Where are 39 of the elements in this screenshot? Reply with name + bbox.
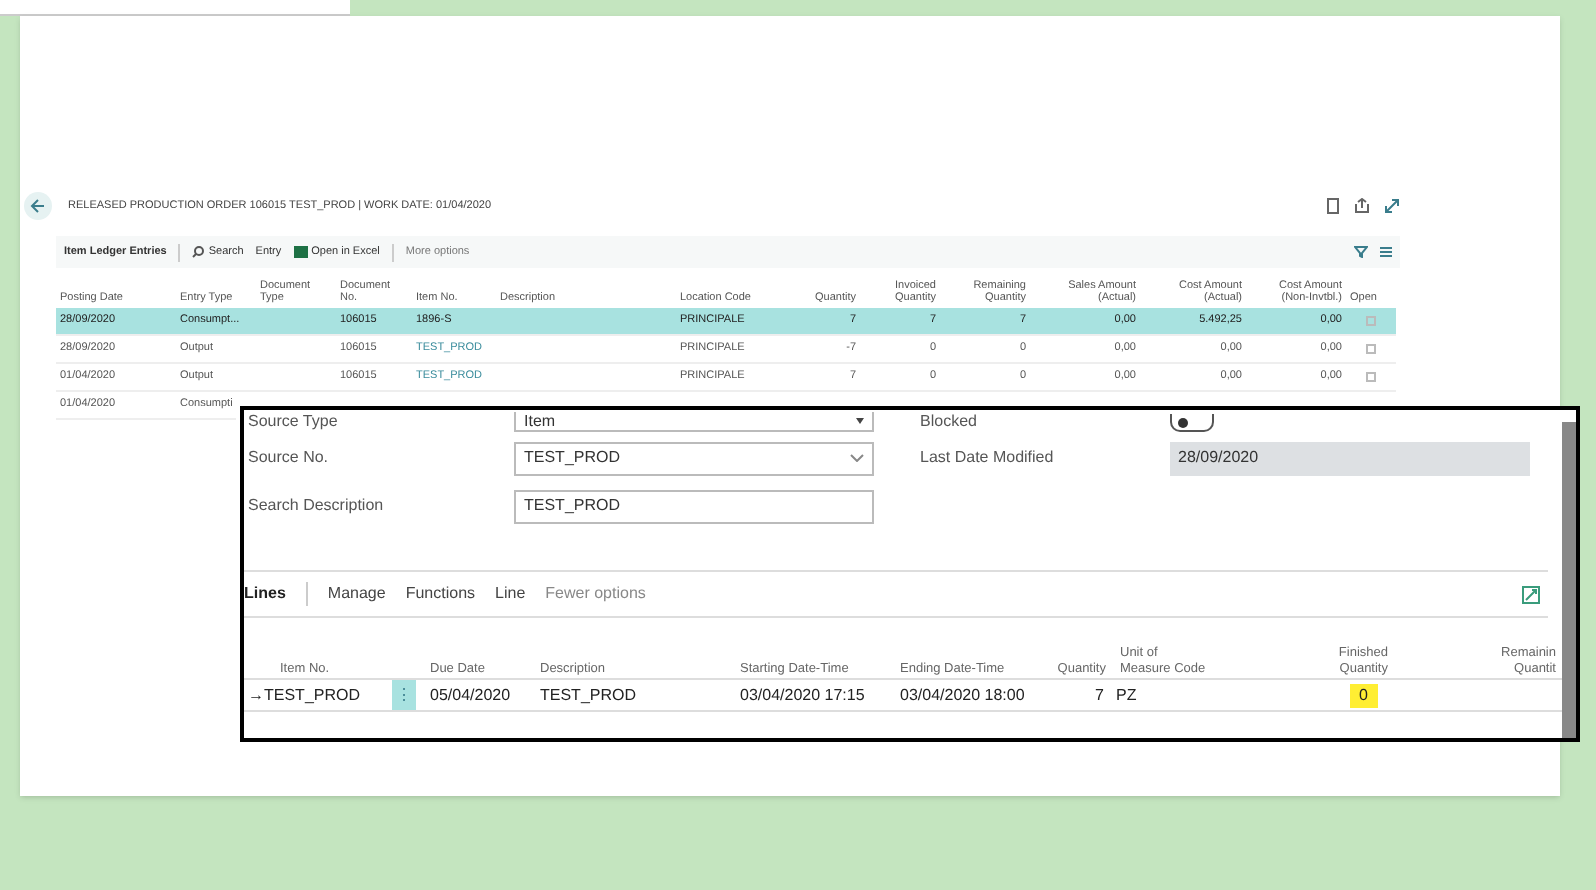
lines-tab[interactable]: Functions — [405, 582, 476, 606]
bookmark-icon[interactable] — [1326, 198, 1340, 214]
dropdown-field[interactable]: TEST_PROD — [514, 441, 874, 475]
share-icon[interactable] — [1354, 198, 1370, 214]
back-button[interactable] — [24, 192, 52, 220]
lines-tab[interactable]: Line — [495, 582, 526, 606]
open-checkbox[interactable] — [1366, 372, 1376, 382]
row-marker: → — [246, 683, 264, 707]
table-cell: 7 — [1095, 683, 1104, 707]
chevron-icon — [850, 454, 864, 462]
lines-tab[interactable]: Lines — [244, 582, 286, 606]
toggle-switch[interactable] — [1170, 413, 1214, 431]
input-field[interactable]: TEST_PROD — [514, 489, 874, 523]
table-cell-text: TEST_PROD — [264, 683, 363, 707]
excel-icon — [293, 246, 308, 258]
list-icon[interactable] — [1380, 246, 1392, 258]
field-label: Blocked — [920, 410, 979, 434]
field-label: Last Date Modified — [920, 446, 1056, 470]
open-checkbox[interactable] — [1366, 344, 1376, 354]
field-label: Source Type — [246, 410, 340, 434]
filter-icon[interactable] — [1354, 246, 1368, 258]
dropdown-field[interactable]: Item — [514, 412, 874, 432]
lines-tab[interactable]: Fewer options — [545, 582, 646, 606]
table-cell: 05/04/2020 — [430, 683, 511, 707]
table-cell: 0 — [1349, 683, 1378, 707]
search-icon — [192, 246, 205, 258]
expand-icon[interactable] — [1384, 198, 1400, 214]
field-label: Search Description — [246, 494, 386, 518]
expand-icon[interactable] — [1522, 585, 1540, 603]
table-cell: 03/04/2020 17:15 — [740, 683, 865, 707]
open-checkbox[interactable] — [1366, 316, 1376, 326]
lines-tab[interactable]: Manage — [327, 582, 386, 606]
table-cell: 03/04/2020 18:00 — [900, 683, 1025, 707]
back-arrow-icon — [30, 198, 46, 214]
caret-icon — [856, 418, 864, 424]
table-cell: PZ — [1116, 683, 1137, 707]
table-cell: TEST_PROD — [540, 683, 637, 707]
field-label: Source No. — [246, 446, 331, 470]
readonly-field: 28/09/2020 — [1170, 441, 1530, 475]
